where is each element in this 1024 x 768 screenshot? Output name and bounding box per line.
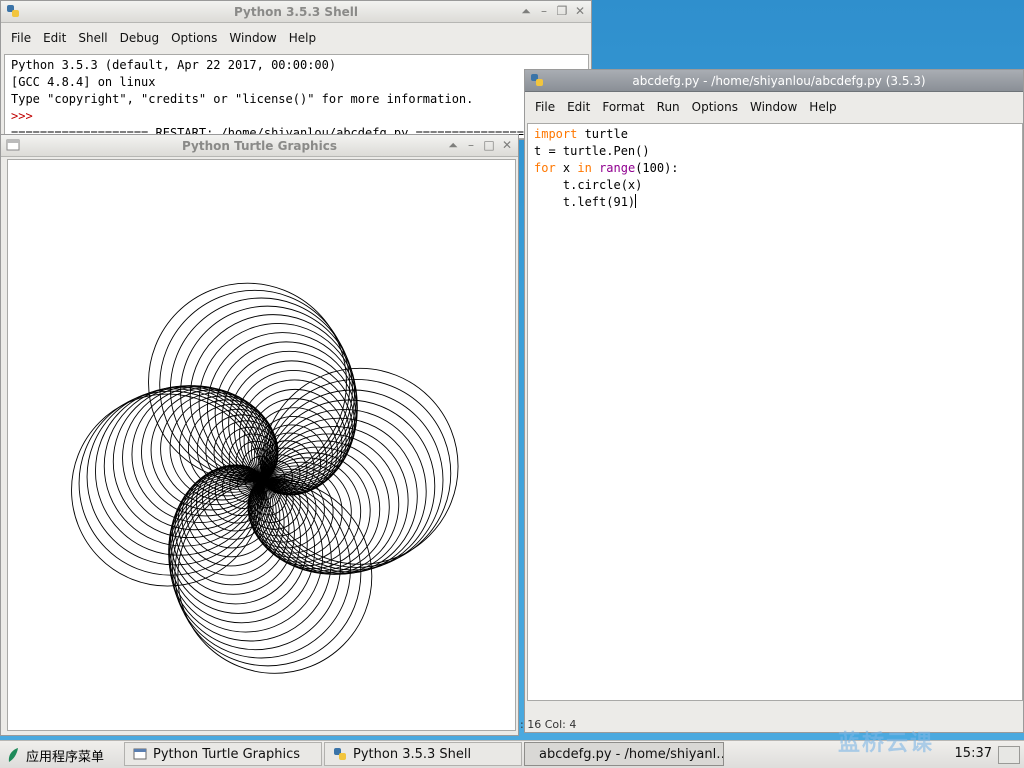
menu-window[interactable]: Window xyxy=(223,31,282,45)
maximize-icon[interactable]: □ xyxy=(482,138,496,152)
menu-file[interactable]: File xyxy=(529,100,561,114)
clock: 15:37 xyxy=(954,746,992,761)
code-text: turtle xyxy=(577,127,628,141)
menu-help[interactable]: Help xyxy=(283,31,322,45)
menu-run[interactable]: Run xyxy=(651,100,686,114)
task-label: Python 3.5.3 Shell xyxy=(353,746,472,762)
code-line-2: t = turtle.Pen() xyxy=(534,144,650,158)
turtle-circle xyxy=(177,478,373,674)
close-icon[interactable]: ✕ xyxy=(500,138,514,152)
shell-menubar: File Edit Shell Debug Options Window Hel… xyxy=(1,26,591,50)
shell-titlebar[interactable]: Python 3.5.3 Shell ⏶ – ❐ ✕ xyxy=(1,1,591,23)
leaf-icon xyxy=(8,748,18,762)
menu-edit[interactable]: Edit xyxy=(37,31,72,45)
shell-output[interactable]: Python 3.5.3 (default, Apr 22 2017, 00:0… xyxy=(4,54,589,139)
window-icon xyxy=(133,748,147,760)
minimize-icon[interactable]: – xyxy=(464,138,478,152)
code-text: (100): xyxy=(635,161,679,175)
menu-options[interactable]: Options xyxy=(686,100,744,114)
editor-title: abcdefg.py - /home/shiyanlou/abcdefg.py … xyxy=(632,74,926,88)
menu-format[interactable]: Format xyxy=(596,100,650,114)
shade-icon[interactable]: ⏶ xyxy=(446,138,460,152)
code-text: x xyxy=(555,161,578,175)
restore-icon[interactable]: ❐ xyxy=(555,4,569,18)
code-line-3: for x in range(100): xyxy=(534,160,1016,177)
code-editor[interactable]: import turtle t = turtle.Pen() for x in ra… xyxy=(527,123,1023,701)
shade-icon[interactable]: ⏶ xyxy=(519,4,533,18)
turtle-canvas[interactable] xyxy=(8,160,515,730)
turtle-title: Python Turtle Graphics xyxy=(182,139,337,153)
shell-window[interactable]: Python 3.5.3 Shell ⏶ – ❐ ✕ File Edit She… xyxy=(0,0,592,140)
menu-shell[interactable]: Shell xyxy=(72,31,113,45)
menu-debug[interactable]: Debug xyxy=(114,31,165,45)
task-label: abcdefg.py - /home/shiyanl… xyxy=(539,746,724,762)
menu-options[interactable]: Options xyxy=(165,31,223,45)
minimize-icon[interactable]: – xyxy=(537,4,551,18)
shell-line: Python 3.5.3 (default, Apr 22 2017, 00:0… xyxy=(11,58,337,72)
shell-line: [GCC 4.8.4] on linux xyxy=(11,75,156,89)
turtle-titlebar[interactable]: Python Turtle Graphics ⏶ – □ ✕ xyxy=(1,135,518,157)
keyword: in xyxy=(577,161,592,175)
app-menu-button[interactable]: 应用程序菜单 xyxy=(6,745,104,765)
shell-prompt: >>> xyxy=(11,109,33,123)
code-text: t.left(91) xyxy=(534,195,636,209)
menu-file[interactable]: File xyxy=(5,31,37,45)
builtin: range xyxy=(599,161,636,175)
editor-window[interactable]: abcdefg.py - /home/shiyanlou/abcdefg.py … xyxy=(524,69,1024,733)
text-cursor xyxy=(635,194,637,208)
app-menu-label: 应用程序菜单 xyxy=(26,749,105,765)
editor-status: : 16 Col: 4 xyxy=(520,718,577,731)
keyword: for xyxy=(534,161,556,175)
keyword: import xyxy=(534,127,578,141)
task-turtle[interactable]: Python Turtle Graphics xyxy=(124,742,322,766)
editor-menubar: File Edit Format Run Options Window Help xyxy=(525,95,1023,119)
turtle-window[interactable]: Python Turtle Graphics ⏶ – □ ✕ xyxy=(0,134,519,736)
task-label: Python Turtle Graphics xyxy=(153,746,300,762)
task-editor[interactable]: abcdefg.py - /home/shiyanl… xyxy=(524,742,724,766)
shell-line: Type "copyright", "credits" or "license(… xyxy=(11,92,474,106)
shell-title: Python 3.5.3 Shell xyxy=(234,5,358,19)
menu-edit[interactable]: Edit xyxy=(561,100,596,114)
menu-window[interactable]: Window xyxy=(744,100,803,114)
menu-help[interactable]: Help xyxy=(803,100,842,114)
editor-titlebar[interactable]: abcdefg.py - /home/shiyanlou/abcdefg.py … xyxy=(525,70,1023,92)
watermark: 蓝桥云课 xyxy=(838,731,935,756)
close-icon[interactable]: ✕ xyxy=(573,4,587,18)
python-icon xyxy=(334,748,346,760)
code-line-1: import turtle xyxy=(534,126,1016,143)
code-line-5: t.left(91) xyxy=(534,194,1016,211)
code-line-4: t.circle(x) xyxy=(534,178,643,192)
turtle-canvas-frame xyxy=(7,159,516,731)
show-desktop-button[interactable] xyxy=(998,746,1020,764)
task-shell[interactable]: Python 3.5.3 Shell xyxy=(324,742,522,766)
